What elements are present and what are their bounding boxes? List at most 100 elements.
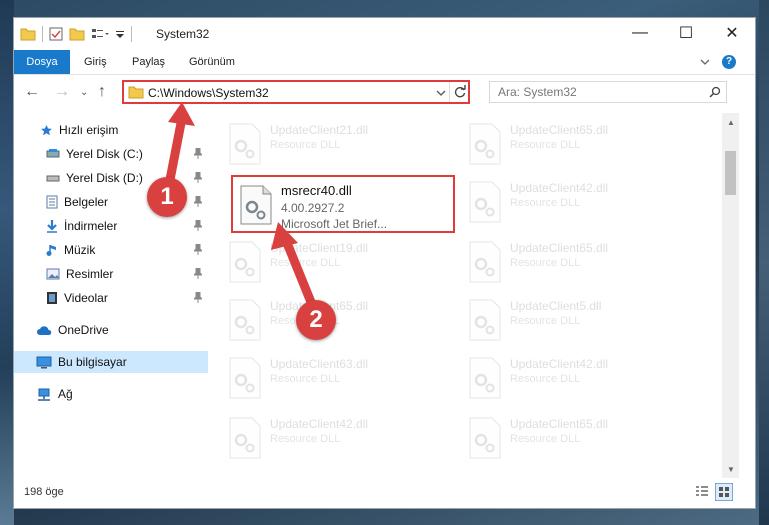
file-name: UpdateClient42.dll	[510, 181, 609, 195]
vertical-scrollbar[interactable]: ▲ ▼	[722, 113, 739, 478]
sidebar-item-label: Videolar	[64, 291, 108, 305]
file-tile[interactable]: UpdateClient65.dll Resource DLL	[460, 237, 690, 291]
file-tile[interactable]: UpdateClient63.dll Resource DLL	[220, 353, 450, 407]
sidebar-item-disk-c[interactable]: Yerel Disk (C:)	[14, 143, 208, 165]
dll-file-icon	[229, 299, 261, 341]
refresh-icon[interactable]	[453, 85, 467, 99]
help-icon[interactable]: ?	[722, 55, 736, 69]
sidebar-item-label: Bu bilgisayar	[58, 355, 127, 369]
file-tile[interactable]: UpdateClient19.dll Resource DLL	[220, 237, 450, 291]
sidebar-item-pictures[interactable]: Resimler	[14, 263, 208, 285]
sidebar-item-label: Yerel Disk (D:)	[66, 171, 143, 185]
close-button[interactable]: ✕	[709, 18, 755, 48]
highlighted-file-tile[interactable]: msrecr40.dll 4.00.2927.2 Microsoft Jet B…	[231, 175, 455, 233]
file-tile[interactable]: UpdateClient42.dll Resource DLL	[460, 177, 690, 231]
scroll-down-icon[interactable]: ▼	[727, 465, 735, 474]
pin-icon[interactable]	[194, 148, 202, 159]
sidebar-item-label: Yerel Disk (C:)	[66, 147, 143, 161]
pin-icon[interactable]	[194, 292, 202, 303]
address-bar[interactable]: C:\Windows\System32	[122, 80, 470, 104]
desktop-background-right	[759, 0, 769, 525]
tab-view[interactable]: Görünüm	[189, 50, 235, 74]
dll-file-icon	[469, 241, 501, 283]
dll-file-icon	[229, 241, 261, 283]
sidebar-item-label: Resimler	[66, 267, 114, 281]
pin-icon[interactable]	[194, 244, 202, 255]
file-tile[interactable]: UpdateClient42.dll Resource DLL	[460, 353, 690, 407]
videos-icon	[47, 292, 57, 304]
dll-file-icon	[240, 185, 272, 225]
file-type: Resource DLL	[270, 139, 341, 151]
chevron-down-icon[interactable]	[436, 89, 446, 97]
step-badge-1: 1	[147, 177, 187, 217]
toolbar-separator	[131, 26, 132, 42]
sidebar-item-downloads[interactable]: İndirmeler	[14, 215, 208, 237]
file-tile[interactable]: UpdateClient65.dll Resource DLL	[460, 119, 690, 173]
file-type: Resource DLL	[510, 257, 581, 269]
tab-share[interactable]: Paylaş	[132, 50, 165, 74]
desktop-background-left	[0, 0, 14, 525]
pin-icon[interactable]	[194, 268, 202, 279]
scroll-up-icon[interactable]: ▲	[727, 118, 735, 127]
pictures-icon	[46, 268, 60, 280]
dll-file-icon	[469, 123, 501, 165]
up-button[interactable]: ↑	[98, 83, 106, 101]
file-tile[interactable]: UpdateClient65.dll Resource DLL	[460, 413, 690, 467]
address-divider	[449, 82, 450, 102]
search-box[interactable]: Ara: System32	[489, 81, 727, 103]
pin-icon[interactable]	[194, 220, 202, 231]
sidebar-item-label: OneDrive	[58, 323, 109, 337]
navigation-bar: ← → ⌄ ↑ C:\Windows\System32 Ara: System3…	[14, 75, 755, 109]
minimize-button[interactable]: —	[617, 18, 663, 48]
sidebar-item-quick-access[interactable]: Hızlı erişim	[14, 119, 208, 141]
file-type: Resource DLL	[510, 373, 581, 385]
recent-locations-chevron-icon[interactable]: ⌄	[80, 87, 88, 98]
file-name: msrecr40.dll	[281, 183, 352, 198]
dll-file-icon	[469, 357, 501, 399]
folder-icon	[20, 28, 36, 41]
cloud-icon	[37, 325, 52, 335]
file-name: UpdateClient5.dll	[510, 299, 602, 313]
search-icon[interactable]	[709, 86, 721, 98]
sidebar-item-label: Ağ	[58, 387, 73, 401]
pin-icon[interactable]	[194, 172, 202, 183]
file-type: Resource DLL	[510, 197, 581, 209]
folder-icon	[128, 86, 144, 99]
details-view-icon[interactable]	[695, 485, 709, 499]
maximize-button[interactable]: ☐	[663, 18, 709, 48]
file-version: 4.00.2927.2	[281, 201, 345, 215]
view-options-icon[interactable]	[91, 27, 109, 41]
step-badge-2: 2	[296, 300, 336, 340]
sidebar-item-videos[interactable]: Videolar	[14, 287, 208, 309]
disk-icon	[46, 149, 60, 158]
address-path: C:\Windows\System32	[148, 86, 269, 100]
file-tile[interactable]: UpdateClient5.dll Resource DLL	[460, 295, 690, 349]
file-type: Resource DLL	[510, 139, 581, 151]
tab-home[interactable]: Giriş	[84, 50, 107, 74]
chevron-down-icon[interactable]	[700, 58, 710, 66]
file-name: UpdateClient19.dll	[270, 241, 369, 255]
file-name: UpdateClient65.dll	[510, 417, 609, 431]
file-tile[interactable]: UpdateClient21.dll Resource DLL	[220, 119, 450, 173]
dll-file-icon	[469, 417, 501, 459]
sidebar-item-label: İndirmeler	[64, 219, 118, 233]
file-tile[interactable]: UpdateClient42.dll Resource DLL	[220, 413, 450, 467]
pin-icon[interactable]	[194, 196, 202, 207]
computer-icon	[36, 356, 52, 368]
large-icons-view-icon[interactable]	[715, 483, 733, 501]
file-name: UpdateClient65.dll	[510, 123, 609, 137]
scrollbar-thumb[interactable]	[725, 151, 736, 195]
item-count: 198 öge	[24, 486, 64, 498]
forward-button[interactable]: →	[54, 83, 70, 101]
customize-toolbar-icon[interactable]	[115, 29, 125, 39]
tab-file[interactable]: Dosya	[14, 50, 70, 74]
sidebar-item-network[interactable]: Ağ	[14, 383, 208, 405]
properties-icon[interactable]	[49, 27, 63, 41]
sidebar-item-music[interactable]: Müzik	[14, 239, 208, 261]
search-placeholder: Ara: System32	[498, 85, 577, 99]
sidebar-item-onedrive[interactable]: OneDrive	[14, 319, 208, 341]
back-button[interactable]: ←	[24, 83, 40, 101]
new-folder-icon[interactable]	[69, 27, 85, 41]
file-name: UpdateClient65.dll	[510, 241, 609, 255]
sidebar-item-this-pc[interactable]: Bu bilgisayar	[14, 351, 208, 373]
